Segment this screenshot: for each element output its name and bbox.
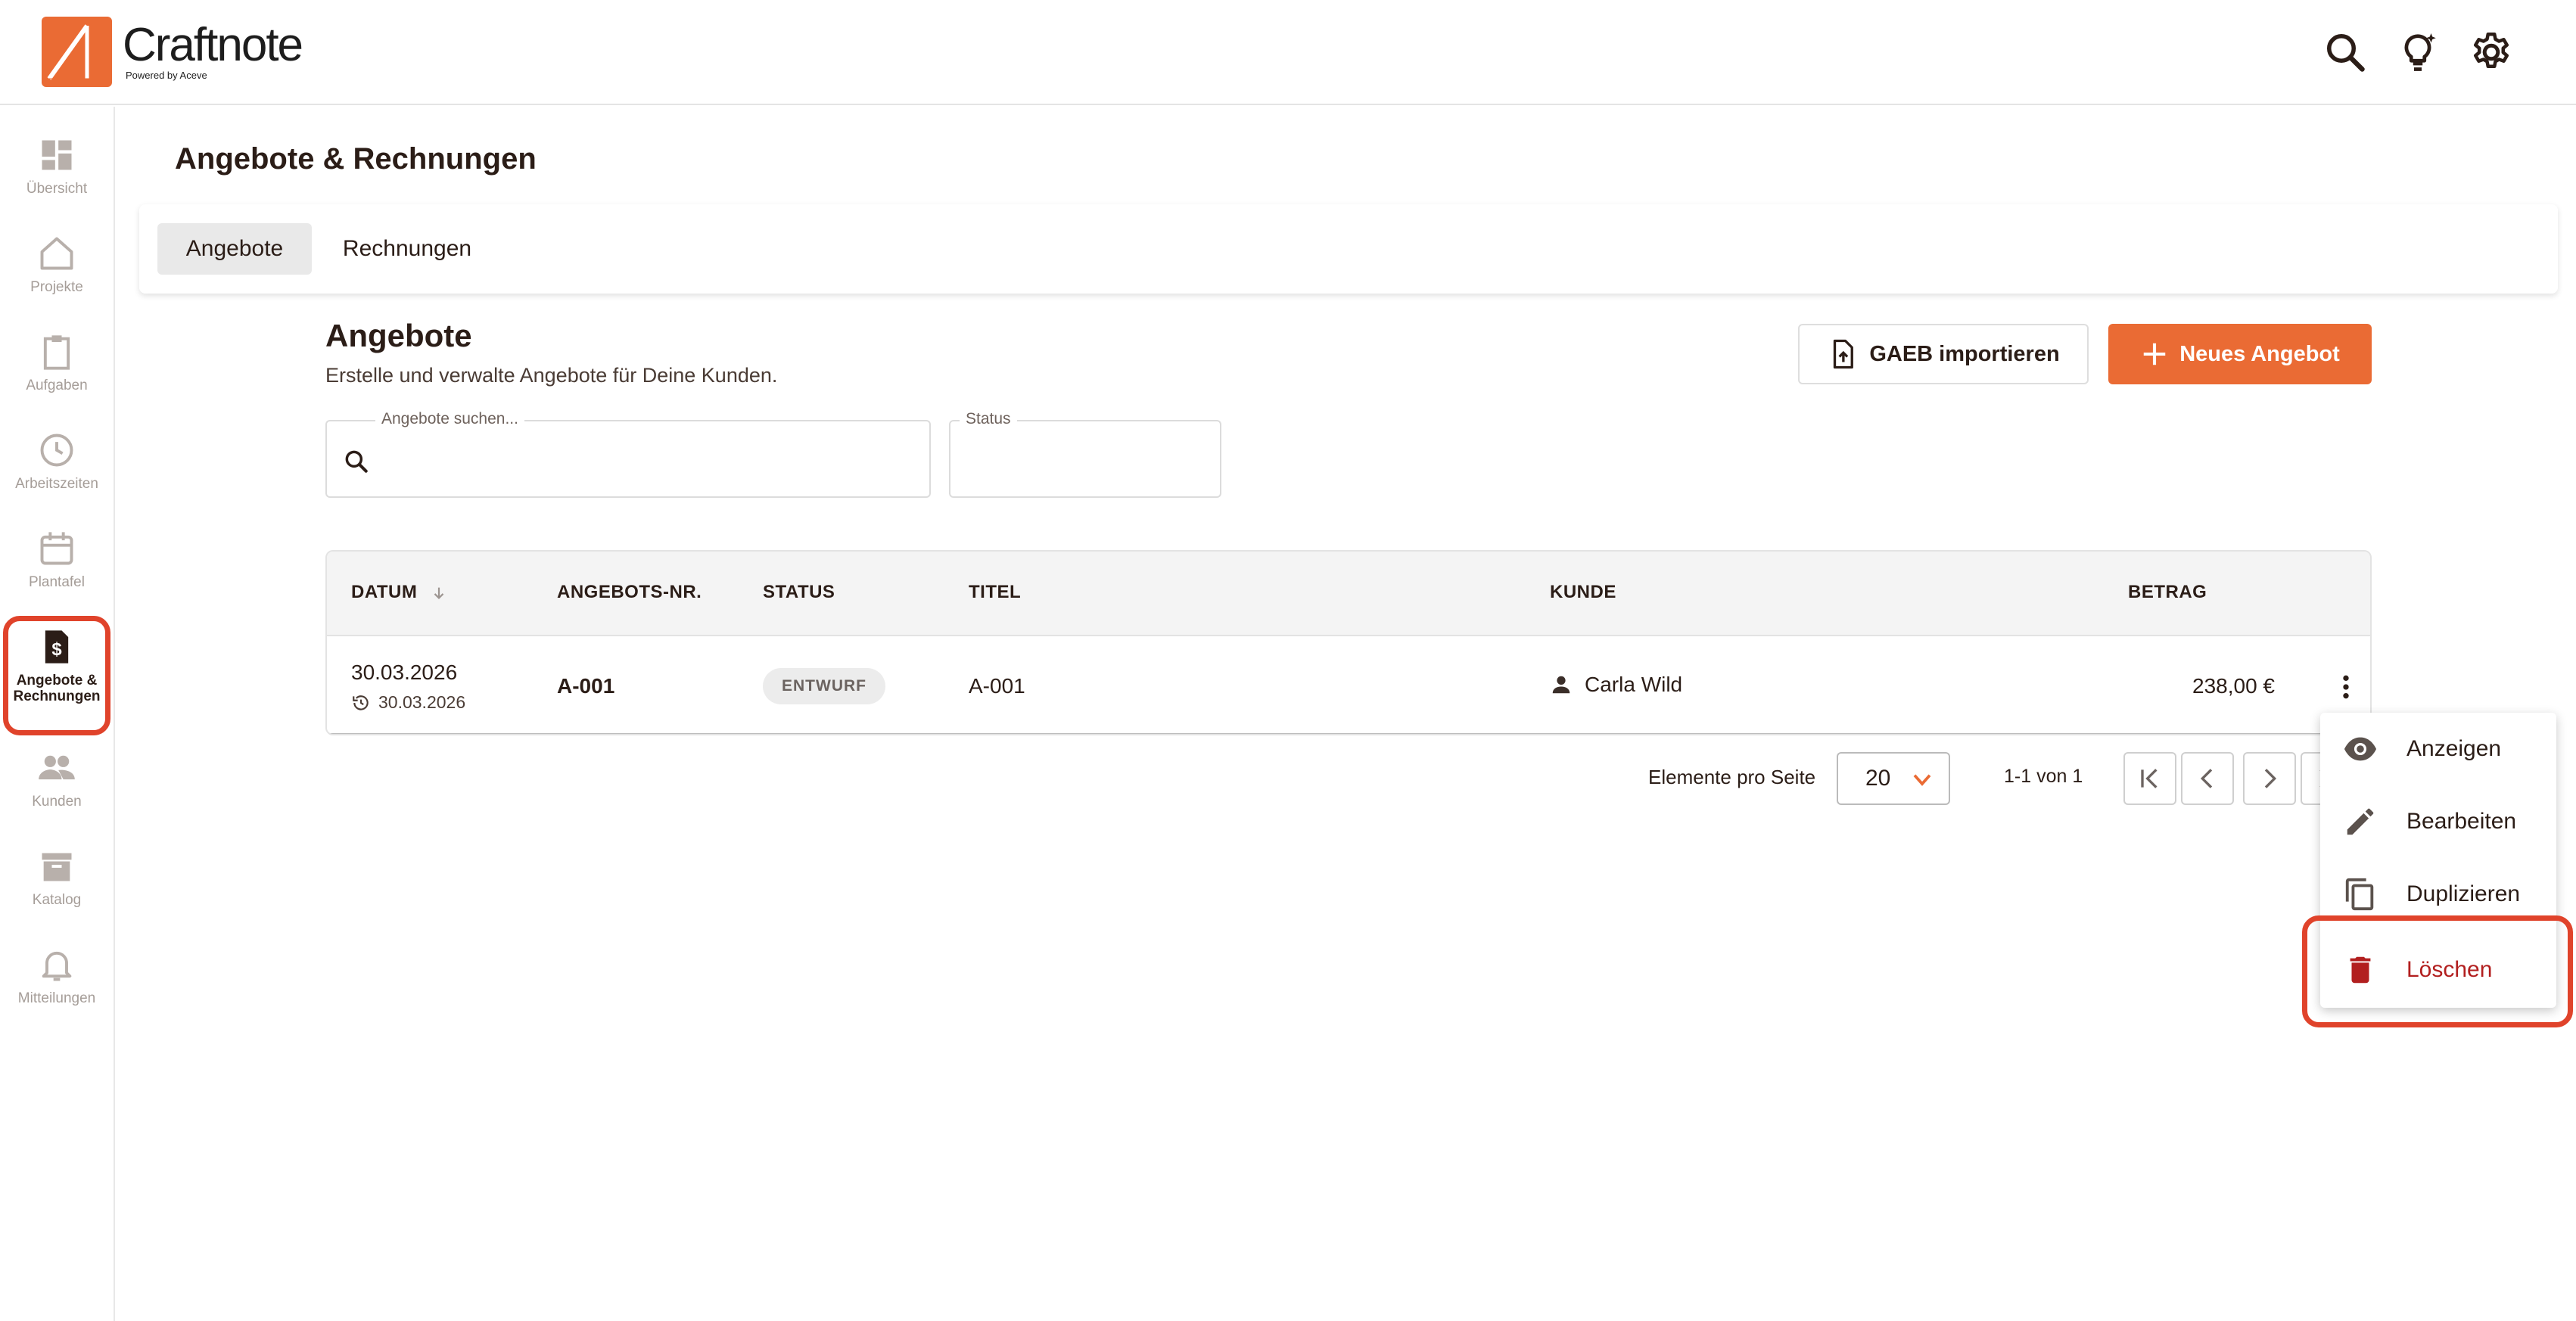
sidebar-item-kunden[interactable]: Kunden <box>0 748 114 810</box>
tab-rechnungen[interactable]: Rechnungen <box>319 223 495 275</box>
row-more-menu-button[interactable] <box>2329 668 2363 706</box>
new-offer-label: Neues Angebot <box>2179 341 2340 366</box>
first-page-button[interactable] <box>2123 752 2176 805</box>
bell-icon <box>42 951 72 981</box>
sidebar-item-projekte[interactable]: Projekte <box>0 234 114 295</box>
active-nav-highlight <box>3 616 110 735</box>
column-header-titel: TITEL <box>969 582 1022 602</box>
sidebar-item-uebersicht[interactable]: Übersicht <box>0 135 114 197</box>
app-tagline: Powered by Aceve <box>126 70 207 81</box>
column-header-betrag: BETRAG <box>2128 582 2207 602</box>
eye-icon <box>2344 737 2377 761</box>
sidebar-item-aufgaben[interactable]: Aufgaben <box>0 332 114 393</box>
chevron-down-icon <box>1913 774 1931 786</box>
status-badge: ENTWURF <box>763 668 885 704</box>
row-amount: 238,00 € <box>2192 674 2275 698</box>
first-page-icon <box>2141 769 2158 788</box>
row-customer: Carla Wild <box>1550 673 1682 697</box>
chevron-right-icon <box>2264 769 2277 788</box>
per-page-select[interactable]: 20 <box>1837 752 1950 805</box>
page-title: Angebote & Rechnungen <box>175 142 537 176</box>
section-subtitle: Erstelle und verwalte Angebote für Deine… <box>325 364 778 387</box>
clipboard-icon <box>43 335 70 370</box>
tab-angebote[interactable]: Angebote <box>157 223 312 275</box>
dashboard-icon <box>42 140 72 170</box>
gaeb-import-label: GAEB importieren <box>1869 341 2060 366</box>
top-bar: Craftnote Powered by Aceve <box>0 0 2576 105</box>
delete-option-highlight <box>2302 915 2573 1027</box>
column-header-status: STATUS <box>763 582 835 602</box>
per-page-label: Elemente pro Seite <box>1648 766 1816 788</box>
sidebar-item-katalog[interactable]: Katalog <box>0 847 114 908</box>
search-input[interactable]: Angebote suchen... <box>325 410 931 498</box>
row-date: 30.03.2026 <box>351 660 458 684</box>
tabs-bar: Angebote Rechnungen <box>139 204 2558 294</box>
search-icon <box>345 450 368 473</box>
people-icon <box>39 755 75 780</box>
pencil-icon <box>2347 808 2374 835</box>
clock-icon <box>40 434 73 467</box>
row-title: A-001 <box>969 674 1025 698</box>
home-icon <box>40 237 73 270</box>
sidebar-item-arbeitszeiten[interactable]: Arbeitszeiten <box>0 430 114 492</box>
gear-icon[interactable] <box>2465 26 2518 79</box>
sidebar-item-mitteilungen[interactable]: Mitteilungen <box>0 945 114 1006</box>
section-title: Angebote <box>325 318 472 353</box>
person-icon <box>1552 676 1570 694</box>
gaeb-import-button[interactable]: GAEB importieren <box>1798 324 2089 384</box>
table-header: DATUM ANGEBOTS-NR. STATUS TITEL KUNDE BE… <box>327 552 2370 636</box>
column-header-datum[interactable]: DATUM <box>351 582 447 603</box>
sort-arrow-down-icon <box>434 587 443 599</box>
column-header-nr: ANGEBOTS-NR. <box>557 582 702 602</box>
archive-icon <box>42 853 72 881</box>
sidebar-item-plantafel[interactable]: Plantafel <box>0 529 114 590</box>
app-name: Craftnote <box>123 19 303 71</box>
file-upload-icon <box>1834 339 1854 369</box>
more-vertical-icon <box>2343 675 2349 699</box>
previous-page-button[interactable] <box>2181 752 2234 805</box>
menu-item-bearbeiten[interactable]: Bearbeiten <box>2320 785 2556 858</box>
calendar-icon <box>40 532 73 565</box>
status-select[interactable]: Status <box>949 410 1221 498</box>
column-header-kunde: KUNDE <box>1550 582 1616 602</box>
row-updated: 30.03.2026 <box>351 692 465 713</box>
copy-icon <box>2345 878 2374 911</box>
status-select-label: Status <box>960 410 1017 428</box>
next-page-button[interactable] <box>2243 752 2296 805</box>
menu-item-anzeigen[interactable]: Anzeigen <box>2320 713 2556 785</box>
row-offer-number: A-001 <box>557 674 615 698</box>
lightbulb-sparkle-icon[interactable] <box>2391 26 2444 79</box>
search-input-label: Angebote suchen... <box>375 410 524 428</box>
plus-icon <box>2143 343 2166 365</box>
offers-table: DATUM ANGEBOTS-NR. STATUS TITEL KUNDE BE… <box>325 550 2372 735</box>
search-icon[interactable] <box>2319 26 2372 79</box>
craftnote-logo-icon[interactable] <box>42 17 112 87</box>
chevron-left-icon <box>2200 769 2213 788</box>
table-row[interactable]: 30.03.2026 30.03.2026 A-001 ENTWURF A-00… <box>327 638 2370 734</box>
history-icon <box>353 695 369 710</box>
new-offer-button[interactable]: Neues Angebot <box>2108 324 2372 384</box>
pagination-range: 1-1 von 1 <box>2004 766 2083 787</box>
